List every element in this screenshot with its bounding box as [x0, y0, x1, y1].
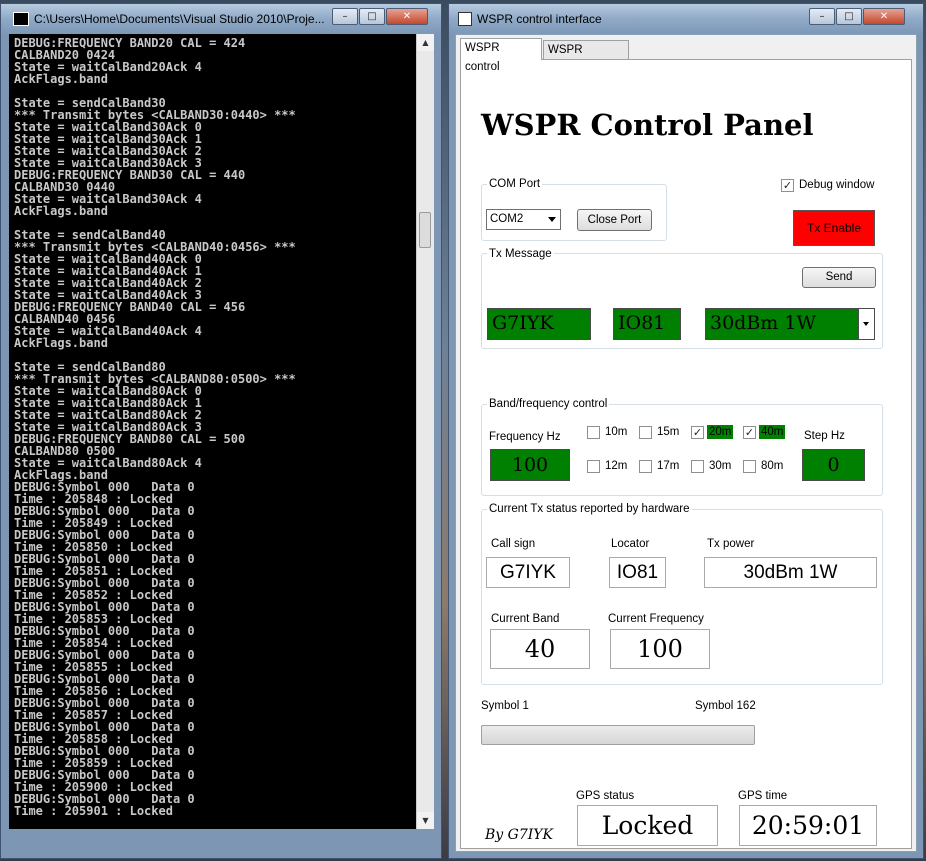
console-title: C:\Users\Home\Documents\Visual Studio 20…: [34, 12, 324, 26]
tx-callsign-field[interactable]: G7IYK: [487, 308, 591, 340]
chevron-down-icon: [548, 217, 556, 222]
scroll-down-arrow-icon[interactable]: ▼: [417, 812, 434, 829]
tab-wspr-calibrate[interactable]: WSPR calibrate: [543, 40, 629, 75]
tx-locator-field[interactable]: IO81: [613, 308, 681, 340]
band-checkbox-17m[interactable]: [639, 460, 652, 473]
scroll-up-arrow-icon[interactable]: ▲: [417, 34, 434, 51]
band-frequency-label: Band/frequency control: [487, 398, 610, 410]
tx-message-label: Tx Message: [487, 248, 554, 260]
tx-power-dropdown-button[interactable]: [859, 308, 875, 340]
close-port-button[interactable]: Close Port: [577, 209, 652, 231]
gps-time-value: 20:59:01: [739, 805, 877, 846]
console-app-icon: [13, 12, 29, 26]
wspr-window: WSPR control interface – □ ✕ WSPR contro…: [448, 3, 924, 859]
band-checkbox-80m[interactable]: [743, 460, 756, 473]
band-label-20m: 20m: [707, 425, 734, 439]
symbol-start-label: Symbol 1: [481, 700, 529, 712]
gps-time-label: GPS time: [738, 790, 788, 802]
band-checkbox-40m[interactable]: ✓: [743, 426, 756, 439]
gps-status-label: GPS status: [576, 790, 635, 802]
tab-wspr-control[interactable]: WSPR control: [460, 38, 542, 73]
window-title: WSPR control interface: [477, 12, 602, 26]
debug-window-label: Debug window: [799, 179, 875, 191]
current-frequency-label: Current Frequency: [608, 613, 704, 625]
band-checkbox-30m[interactable]: [691, 460, 704, 473]
chevron-down-icon: [863, 322, 869, 326]
frequency-field[interactable]: 100: [490, 449, 570, 481]
console-output[interactable]: DEBUG:FREQUENCY BAND20 CAL = 424 CALBAND…: [9, 34, 416, 829]
com-port-label: COM Port: [487, 178, 543, 190]
console-minimize-button[interactable]: –: [332, 8, 358, 25]
band-label-17m: 17m: [657, 460, 680, 472]
tx-power-label: Tx power: [707, 538, 755, 550]
band-checkbox-10m[interactable]: [587, 426, 600, 439]
locator-value: IO81: [609, 557, 666, 588]
console-scrollbar[interactable]: ▲ ▼: [416, 34, 434, 829]
console-maximize-button[interactable]: □: [359, 8, 385, 25]
band-checkbox-20m[interactable]: ✓: [691, 426, 704, 439]
maximize-button[interactable]: □: [836, 8, 862, 25]
console-bottom-border: [9, 830, 433, 858]
signature: By G7IYK: [485, 827, 553, 843]
console-window: C:\Users\Home\Documents\Visual Studio 20…: [0, 3, 442, 859]
call-sign-value: G7IYK: [486, 557, 570, 588]
console-titlebar[interactable]: C:\Users\Home\Documents\Visual Studio 20…: [1, 4, 441, 34]
tab-page-control: WSPR Control Panel COM Port COM2 Close P…: [460, 59, 912, 849]
console-close-button[interactable]: ✕: [386, 8, 428, 25]
scroll-thumb[interactable]: [419, 212, 431, 248]
band-checkbox-12m[interactable]: [587, 460, 600, 473]
symbol-progress-bar: [481, 725, 755, 745]
send-button[interactable]: Send: [802, 267, 876, 288]
client-area: WSPR control WSPR calibrate WSPR Control…: [455, 34, 917, 852]
tx-power-value: 30dBm 1W: [704, 557, 877, 588]
page-title: WSPR Control Panel: [481, 108, 814, 142]
status-label: Current Tx status reported by hardware: [487, 503, 692, 515]
current-band-label: Current Band: [491, 613, 560, 625]
com-port-select[interactable]: COM2: [486, 209, 561, 230]
current-band-value: 40: [490, 629, 590, 669]
symbol-end-label: Symbol 162: [695, 700, 756, 712]
band-label-40m: 40m: [759, 425, 786, 439]
step-field[interactable]: 0: [802, 449, 865, 481]
debug-window-checkbox[interactable]: ✓: [781, 179, 794, 192]
wspr-titlebar[interactable]: WSPR control interface – □ ✕: [449, 4, 923, 34]
band-label-30m: 30m: [709, 460, 732, 472]
tx-enable-button[interactable]: Tx Enable: [793, 210, 875, 246]
locator-label: Locator: [611, 538, 650, 550]
app-icon: [458, 12, 472, 26]
step-label: Step Hz: [804, 430, 845, 442]
band-label-12m: 12m: [605, 460, 628, 472]
band-label-10m: 10m: [605, 426, 628, 438]
band-label-15m: 15m: [657, 426, 680, 438]
com-port-value: COM2: [490, 213, 524, 225]
call-sign-label: Call sign: [491, 538, 536, 550]
frequency-label: Frequency Hz: [489, 431, 561, 443]
current-frequency-value: 100: [610, 629, 710, 669]
band-checkbox-15m[interactable]: [639, 426, 652, 439]
band-label-80m: 80m: [761, 460, 784, 472]
minimize-button[interactable]: –: [809, 8, 835, 25]
console-text: DEBUG:FREQUENCY BAND20 CAL = 424 CALBAND…: [14, 36, 296, 818]
gps-status-value: Locked: [577, 805, 718, 846]
close-button[interactable]: ✕: [863, 8, 905, 25]
tx-power-select[interactable]: 30dBm 1W: [705, 308, 859, 340]
